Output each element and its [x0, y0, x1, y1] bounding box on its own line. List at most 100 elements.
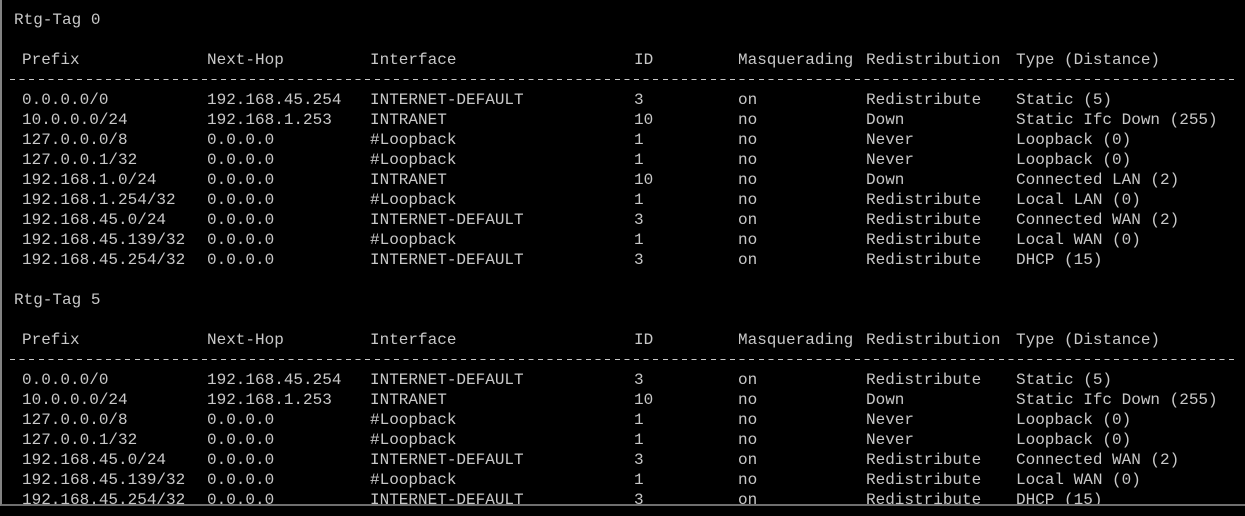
table-cell: no: [738, 110, 866, 130]
table-cell: 3: [634, 90, 738, 110]
table-cell: Down: [866, 390, 1016, 410]
table-rows: 0.0.0.0/0192.168.45.254INTERNET-DEFAULT3…: [2, 370, 1245, 506]
table-cell: Never: [866, 130, 1016, 150]
table-cell: 192.168.45.139/32: [22, 230, 207, 250]
column-header: Type (Distance): [1016, 330, 1245, 350]
table-cell: 192.168.45.254: [207, 370, 370, 390]
table-cell: 192.168.45.0/24: [22, 210, 207, 230]
table-cell: 0.0.0.0: [207, 490, 370, 506]
column-header: Redistribution: [866, 330, 1016, 350]
dashed-rule: [10, 359, 1238, 360]
table-cell: Never: [866, 430, 1016, 450]
table-cell: 0.0.0.0: [207, 190, 370, 210]
column-header: Type (Distance): [1016, 50, 1245, 70]
table-cell: 1: [634, 150, 738, 170]
table-cell: 0.0.0.0: [207, 130, 370, 150]
table-cell: Loopback (0): [1016, 430, 1245, 450]
table-cell: 10: [634, 110, 738, 130]
table-cell: 3: [634, 490, 738, 506]
table-row: 192.168.45.0/240.0.0.0INTERNET-DEFAULT3o…: [2, 210, 1245, 230]
table-row: 0.0.0.0/0192.168.45.254INTERNET-DEFAULT3…: [2, 370, 1245, 390]
table-cell: 0.0.0.0: [207, 150, 370, 170]
table-cell: 127.0.0.1/32: [22, 150, 207, 170]
routing-table-terminal-output: Rtg-Tag 0 PrefixNext-HopInterfaceIDMasqu…: [0, 0, 1245, 506]
column-header: Next-Hop: [207, 330, 370, 350]
table-cell: 192.168.1.254/32: [22, 190, 207, 210]
table-cell: 127.0.0.0/8: [22, 130, 207, 150]
table-row: 127.0.0.0/80.0.0.0#Loopback1noNeverLoopb…: [2, 130, 1245, 150]
table-cell: Down: [866, 170, 1016, 190]
table-cell: INTERNET-DEFAULT: [370, 450, 634, 470]
table-cell: no: [738, 150, 866, 170]
table-cell: 192.168.1.0/24: [22, 170, 207, 190]
table-cell: on: [738, 490, 866, 506]
column-header: Interface: [370, 330, 634, 350]
dashed-rule: [10, 79, 1238, 80]
table-cell: on: [738, 370, 866, 390]
table-cell: 192.168.45.139/32: [22, 470, 207, 490]
table-cell: INTERNET-DEFAULT: [370, 370, 634, 390]
table-cell: 127.0.0.0/8: [22, 410, 207, 430]
table-cell: #Loopback: [370, 150, 634, 170]
table-cell: no: [738, 230, 866, 250]
column-header: Redistribution: [866, 50, 1016, 70]
column-header: Masquerading: [738, 330, 866, 350]
blank-line: [2, 270, 1245, 290]
table-row: 192.168.1.0/240.0.0.0INTRANET10noDownCon…: [2, 170, 1245, 190]
table-cell: #Loopback: [370, 470, 634, 490]
table-cell: 192.168.1.253: [207, 390, 370, 410]
table-cell: no: [738, 390, 866, 410]
table-cell: 192.168.1.253: [207, 110, 370, 130]
table-cell: Local WAN (0): [1016, 470, 1245, 490]
table-cell: INTERNET-DEFAULT: [370, 490, 634, 506]
table-row: 192.168.45.254/320.0.0.0INTERNET-DEFAULT…: [2, 490, 1245, 506]
table-cell: Static Ifc Down (255): [1016, 390, 1245, 410]
table-row: 127.0.0.1/320.0.0.0#Loopback1noNeverLoop…: [2, 430, 1245, 450]
table-rows: 0.0.0.0/0192.168.45.254INTERNET-DEFAULT3…: [2, 90, 1245, 270]
table-cell: 1: [634, 430, 738, 450]
table-header-row: PrefixNext-HopInterfaceIDMasqueradingRed…: [2, 330, 1245, 350]
table-cell: no: [738, 170, 866, 190]
column-header: Interface: [370, 50, 634, 70]
table-header-row: PrefixNext-HopInterfaceIDMasqueradingRed…: [2, 50, 1245, 70]
section-title: Rtg-Tag 0: [2, 10, 1245, 30]
table-cell: 1: [634, 190, 738, 210]
table-cell: Local WAN (0): [1016, 230, 1245, 250]
table-cell: 10.0.0.0/24: [22, 390, 207, 410]
table-cell: 0.0.0.0/0: [22, 370, 207, 390]
table-cell: INTRANET: [370, 110, 634, 130]
table-cell: on: [738, 450, 866, 470]
table-cell: no: [738, 470, 866, 490]
table-cell: DHCP (15): [1016, 490, 1245, 506]
table-row: 10.0.0.0/24192.168.1.253INTRANET10noDown…: [2, 110, 1245, 130]
table-row: 192.168.45.139/320.0.0.0#Loopback1noRedi…: [2, 230, 1245, 250]
table-cell: Redistribute: [866, 490, 1016, 506]
table-cell: 3: [634, 250, 738, 270]
table-cell: 192.168.45.254: [207, 90, 370, 110]
table-cell: 3: [634, 450, 738, 470]
table-cell: 1: [634, 470, 738, 490]
table-row: 192.168.45.0/240.0.0.0INTERNET-DEFAULT3o…: [2, 450, 1245, 470]
section-title: Rtg-Tag 5: [2, 290, 1245, 310]
table-row: 0.0.0.0/0192.168.45.254INTERNET-DEFAULT3…: [2, 90, 1245, 110]
table-cell: Redistribute: [866, 210, 1016, 230]
table-cell: no: [738, 410, 866, 430]
table-row: 192.168.45.139/320.0.0.0#Loopback1noRedi…: [2, 470, 1245, 490]
table-cell: #Loopback: [370, 190, 634, 210]
column-header: ID: [634, 330, 738, 350]
table-cell: Static (5): [1016, 370, 1245, 390]
table-row: 192.168.1.254/320.0.0.0#Loopback1noRedis…: [2, 190, 1245, 210]
table-cell: 127.0.0.1/32: [22, 430, 207, 450]
table-cell: 0.0.0.0: [207, 230, 370, 250]
table-cell: Loopback (0): [1016, 150, 1245, 170]
table-row: 127.0.0.1/320.0.0.0#Loopback1noNeverLoop…: [2, 150, 1245, 170]
table-cell: Redistribute: [866, 450, 1016, 470]
table-cell: 0.0.0.0: [207, 170, 370, 190]
table-cell: Loopback (0): [1016, 410, 1245, 430]
table-cell: INTERNET-DEFAULT: [370, 250, 634, 270]
table-cell: INTERNET-DEFAULT: [370, 90, 634, 110]
table-cell: 0.0.0.0/0: [22, 90, 207, 110]
blank-line: [2, 310, 1245, 330]
table-cell: Static Ifc Down (255): [1016, 110, 1245, 130]
separator-line: [2, 350, 1245, 370]
